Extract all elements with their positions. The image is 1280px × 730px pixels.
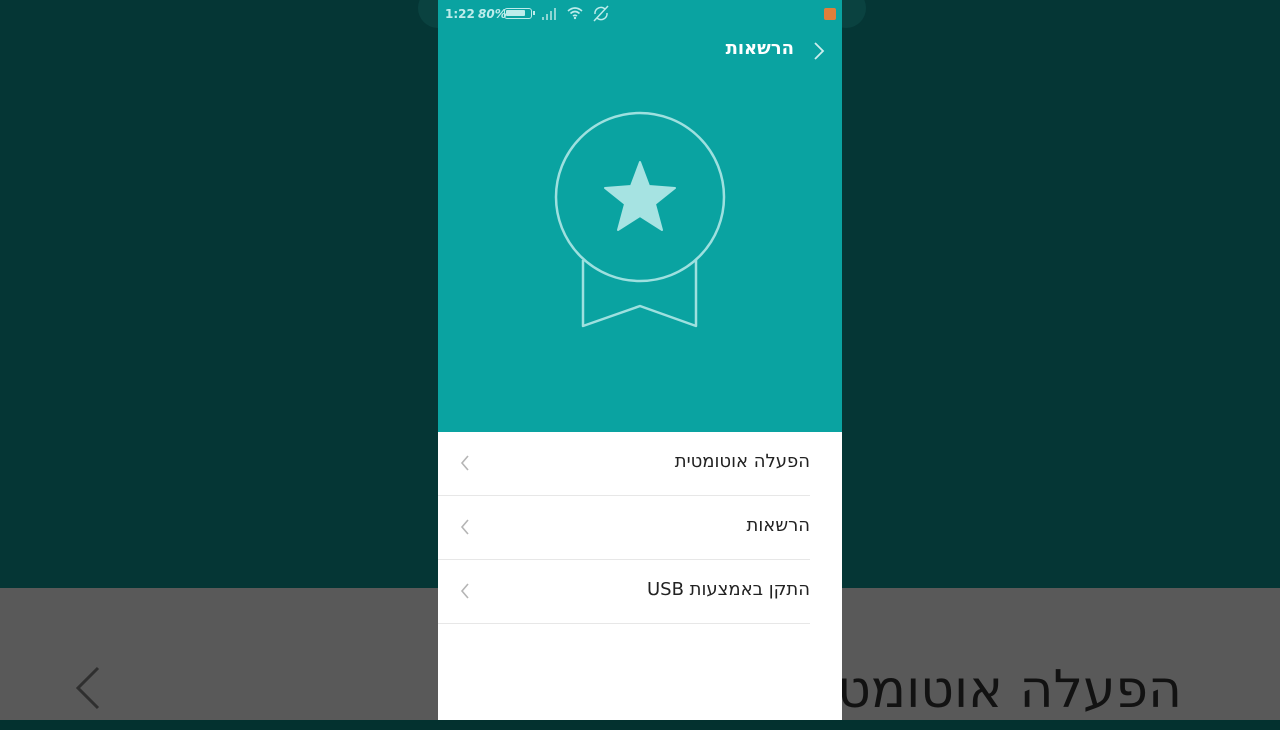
chevron-right-icon [460,455,469,471]
chevron-right-icon [460,583,469,599]
list-item-label: התקן באמצעות USB [646,579,810,600]
status-bar: 1:22 80% [438,0,842,28]
background-chevron-icon [75,666,100,710]
list-item-auto-start[interactable]: הפעלה אוטומטית [438,432,810,496]
list-item-permissions[interactable]: הרשאות [438,496,810,560]
award-ribbon-star-icon [554,111,726,328]
chevron-back-icon[interactable] [812,40,826,62]
signal-icon [542,8,556,20]
screen-record-icon [824,8,836,20]
battery-icon [504,8,535,19]
settings-list: הפעלה אוטומטית הרשאות התקן באמצעות USB [438,432,842,624]
hero-banner: 1:22 80% הרשאות [438,0,842,432]
list-item-install-via-usb[interactable]: התקן באמצעות USB [438,560,810,624]
status-time: 1:22 [445,7,475,21]
background-blurred-text: הפעלה אוטומטית [842,660,1182,720]
page-title: הרשאות [725,38,794,59]
phone-screen: 1:22 80% הרשאות הפעלה אוטומטית הרשאות הת… [438,0,842,720]
battery-percent: 80% [478,7,507,21]
list-item-label: הרשאות [746,515,810,536]
list-item-label: הפעלה אוטומטית [674,451,810,472]
chevron-right-icon [460,519,469,535]
wifi-icon [567,7,583,20]
sync-disabled-icon [593,5,609,22]
app-header: הרשאות [438,34,842,66]
